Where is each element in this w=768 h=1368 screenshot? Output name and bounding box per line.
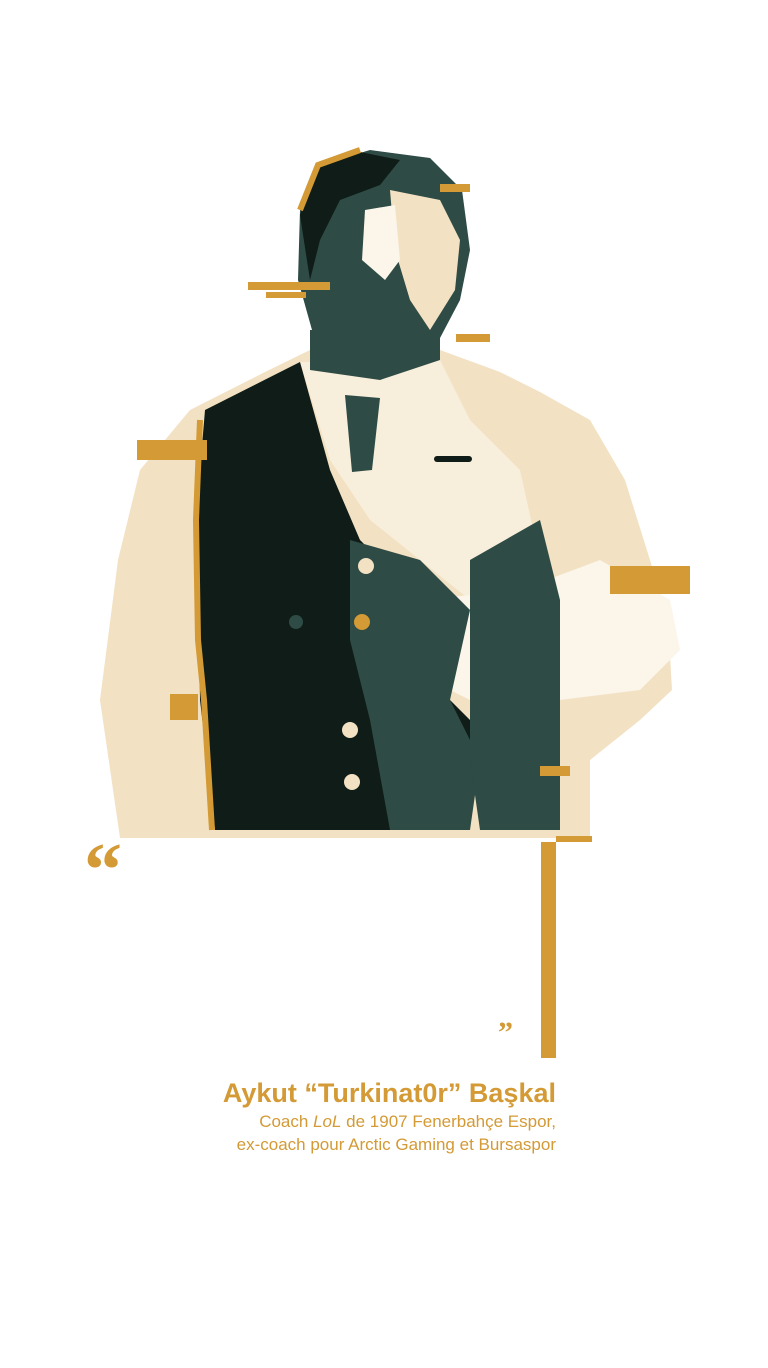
vest-button <box>342 722 358 738</box>
glitch-bar <box>540 766 570 776</box>
glitch-bar <box>248 282 330 290</box>
coach-portrait-illustration <box>100 147 690 842</box>
author-name: Aykut “Turkinat0r” Başkal <box>222 1078 556 1108</box>
author-role-line-2: ex-coach pour Arctic Gaming et Bursaspor <box>236 1135 556 1154</box>
quote-attribution: Aykut “Turkinat0r” Başkal Coach LoL de 1… <box>223 1076 556 1156</box>
open-quote-mark: “ <box>84 828 122 912</box>
vest-button <box>289 615 303 629</box>
role-suffix: de 1907 Fenerbahçe Espor, <box>341 1112 556 1131</box>
glitch-bar <box>456 334 490 342</box>
vest-pocket <box>434 456 472 462</box>
close-quote-mark: ” <box>498 1016 513 1049</box>
glitch-bar <box>266 292 306 298</box>
quote-accent-bar <box>541 842 556 1058</box>
role-prefix: Coach <box>259 1112 314 1131</box>
glitch-bar <box>170 694 198 720</box>
author-role-line-1: Coach LoL de 1907 Fenerbahçe Espor, <box>223 1110 556 1133</box>
role-game: LoL <box>313 1112 342 1131</box>
vest-button <box>354 614 370 630</box>
glitch-bar <box>440 184 470 192</box>
portrait-vest-right <box>470 520 560 830</box>
vest-button <box>344 774 360 790</box>
glitch-bar <box>610 566 690 594</box>
glitch-bar <box>556 836 592 842</box>
vest-button <box>358 558 374 574</box>
